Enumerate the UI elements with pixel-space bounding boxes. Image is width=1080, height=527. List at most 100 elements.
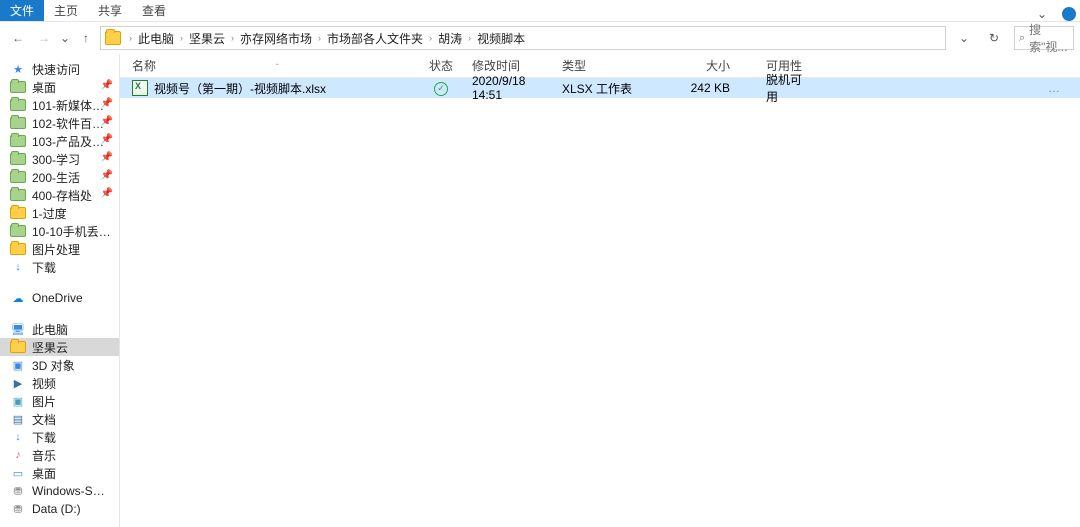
column-name[interactable]: 名称ˆ xyxy=(126,57,416,74)
crumb-seg3[interactable]: 市场部各人文件夹 xyxy=(323,30,427,47)
drive-icon: ⛃ xyxy=(10,502,26,516)
pin-icon: 📌 xyxy=(101,116,113,127)
sidebar-item-desktop[interactable]: 桌面📌 xyxy=(0,78,119,96)
search-icon: ⌕ xyxy=(1019,32,1025,45)
chevron-right-icon[interactable]: › xyxy=(316,33,323,43)
download-icon: ↓ xyxy=(10,430,26,444)
folder-icon xyxy=(10,340,26,354)
sidebar-onedrive[interactable]: ☁OneDrive xyxy=(0,289,119,307)
refresh-button[interactable]: ↻ xyxy=(982,26,1006,50)
file-type: XLSX 工作表 xyxy=(556,80,666,97)
sync-ok-icon: ✓ xyxy=(434,82,448,96)
sidebar-item-103[interactable]: 103-产品及竞品📌 xyxy=(0,132,119,150)
back-button[interactable]: ← xyxy=(6,26,30,50)
file-availability: 脱机可用 xyxy=(736,71,816,105)
pin-icon: 📌 xyxy=(101,134,113,145)
pin-icon: 📌 xyxy=(101,170,113,181)
drive-icon: ⛃ xyxy=(10,484,26,498)
search-input[interactable]: ⌕ 搜索"视... xyxy=(1014,26,1074,50)
address-bar-row: ← → ⌄ ↑ › 此电脑 › 坚果云 › 亦存网络市场 › 市场部各人文件夹 … xyxy=(0,22,1080,54)
cube-icon: ▣ xyxy=(10,358,26,372)
pc-icon: 🖥 xyxy=(10,322,26,336)
crumb-seg5[interactable]: 视频脚本 xyxy=(473,30,529,47)
help-icon[interactable] xyxy=(1062,7,1076,21)
picture-icon: ▣ xyxy=(10,394,26,408)
sidebar-quick-access[interactable]: ★快速访问 xyxy=(0,60,119,78)
folder-icon xyxy=(10,98,26,112)
search-placeholder: 搜索"视... xyxy=(1029,21,1069,55)
sidebar-item-300[interactable]: 300-学习📌 xyxy=(0,150,119,168)
chevron-right-icon[interactable]: › xyxy=(229,33,236,43)
folder-icon xyxy=(10,116,26,130)
more-icon[interactable]: … xyxy=(1048,81,1060,95)
document-icon: ▤ xyxy=(10,412,26,426)
chevron-right-icon[interactable]: › xyxy=(127,33,134,43)
tab-file[interactable]: 文件 xyxy=(0,0,44,21)
chevron-right-icon[interactable]: › xyxy=(178,33,185,43)
column-size[interactable]: 大小 xyxy=(666,57,736,74)
column-headers: 名称ˆ 状态 修改时间 类型 大小 可用性 xyxy=(120,54,1080,78)
crumb-seg1[interactable]: 坚果云 xyxy=(185,30,229,47)
chevron-right-icon[interactable]: › xyxy=(427,33,434,43)
folder-icon xyxy=(10,242,26,256)
sidebar-item-pic[interactable]: 图片处理 xyxy=(0,240,119,258)
breadcrumb[interactable]: › 此电脑 › 坚果云 › 亦存网络市场 › 市场部各人文件夹 › 胡涛 › 视… xyxy=(100,26,946,50)
folder-icon xyxy=(10,170,26,184)
music-icon: ♪ xyxy=(10,448,26,462)
folder-icon xyxy=(105,31,121,45)
up-button[interactable]: ↑ xyxy=(74,26,98,50)
sidebar-item-101[interactable]: 101-新媒体平台📌 xyxy=(0,96,119,114)
sidebar-item-400[interactable]: 400-存档处📌 xyxy=(0,186,119,204)
sidebar-pictures[interactable]: ▣图片 xyxy=(0,392,119,410)
crumb-root[interactable]: 此电脑 xyxy=(134,30,178,47)
file-row[interactable]: 视频号（第一期）-视频脚本.xlsx ✓ 2020/9/18 14:51 XLS… xyxy=(120,78,1080,98)
sidebar-item-dl[interactable]: ↓下载 xyxy=(0,258,119,276)
sidebar-desktop2[interactable]: ▭桌面 xyxy=(0,464,119,482)
column-modified[interactable]: 修改时间 xyxy=(466,57,556,74)
ribbon-tabs: 文件 主页 共享 查看 ⌄ xyxy=(0,0,1080,22)
folder-icon xyxy=(10,152,26,166)
cloud-icon: ☁ xyxy=(10,291,26,305)
folder-icon xyxy=(10,134,26,148)
folder-icon xyxy=(10,206,26,220)
sidebar-item-1[interactable]: 1-过度 xyxy=(0,204,119,222)
pin-icon: 📌 xyxy=(101,98,113,109)
tab-share[interactable]: 共享 xyxy=(88,0,132,21)
navigation-pane: ★快速访问 桌面📌 101-新媒体平台📌 102-软件百宝箱📌 103-产品及竞… xyxy=(0,54,120,527)
sidebar-downloads[interactable]: ↓下载 xyxy=(0,428,119,446)
sidebar-item-1010[interactable]: 10-10手机丢失后怎 xyxy=(0,222,119,240)
download-icon: ↓ xyxy=(10,260,26,274)
pin-icon: 📌 xyxy=(101,80,113,91)
sidebar-3dobjects[interactable]: ▣3D 对象 xyxy=(0,356,119,374)
file-list-pane: 名称ˆ 状态 修改时间 类型 大小 可用性 视频号（第一期）-视频脚本.xlsx… xyxy=(120,54,1080,527)
recent-dropdown-icon[interactable]: ⌄ xyxy=(58,26,72,50)
desktop-icon xyxy=(10,80,26,94)
crumb-seg2[interactable]: 亦存网络市场 xyxy=(236,30,316,47)
sidebar-music[interactable]: ♪音乐 xyxy=(0,446,119,464)
pin-icon: 📌 xyxy=(101,188,113,199)
star-icon: ★ xyxy=(10,62,26,76)
expand-ribbon-icon[interactable]: ⌄ xyxy=(1030,2,1054,26)
sidebar-item-200[interactable]: 200-生活📌 xyxy=(0,168,119,186)
sidebar-thispc[interactable]: 🖥此电脑 xyxy=(0,320,119,338)
video-icon: ▶ xyxy=(10,376,26,390)
sidebar-documents[interactable]: ▤文档 xyxy=(0,410,119,428)
sidebar-item-102[interactable]: 102-软件百宝箱📌 xyxy=(0,114,119,132)
desktop-icon: ▭ xyxy=(10,466,26,480)
sidebar-videos[interactable]: ▶视频 xyxy=(0,374,119,392)
tab-view[interactable]: 查看 xyxy=(132,0,176,21)
sidebar-drive-d[interactable]: ⛃Data (D:) xyxy=(0,500,119,518)
sidebar-drive-c[interactable]: ⛃Windows-SSD (C:) xyxy=(0,482,119,500)
column-type[interactable]: 类型 xyxy=(556,57,666,74)
sidebar-jianguoyun[interactable]: 坚果云 xyxy=(0,338,119,356)
sort-asc-icon: ˆ xyxy=(276,63,279,72)
file-name: 视频号（第一期）-视频脚本.xlsx xyxy=(154,80,326,97)
folder-icon xyxy=(10,188,26,202)
address-dropdown-icon[interactable]: ⌄ xyxy=(952,26,976,50)
pin-icon: 📌 xyxy=(101,152,113,163)
chevron-right-icon[interactable]: › xyxy=(466,33,473,43)
column-status[interactable]: 状态 xyxy=(416,57,466,74)
forward-button: → xyxy=(32,26,56,50)
tab-home[interactable]: 主页 xyxy=(44,0,88,21)
crumb-seg4[interactable]: 胡涛 xyxy=(434,30,466,47)
